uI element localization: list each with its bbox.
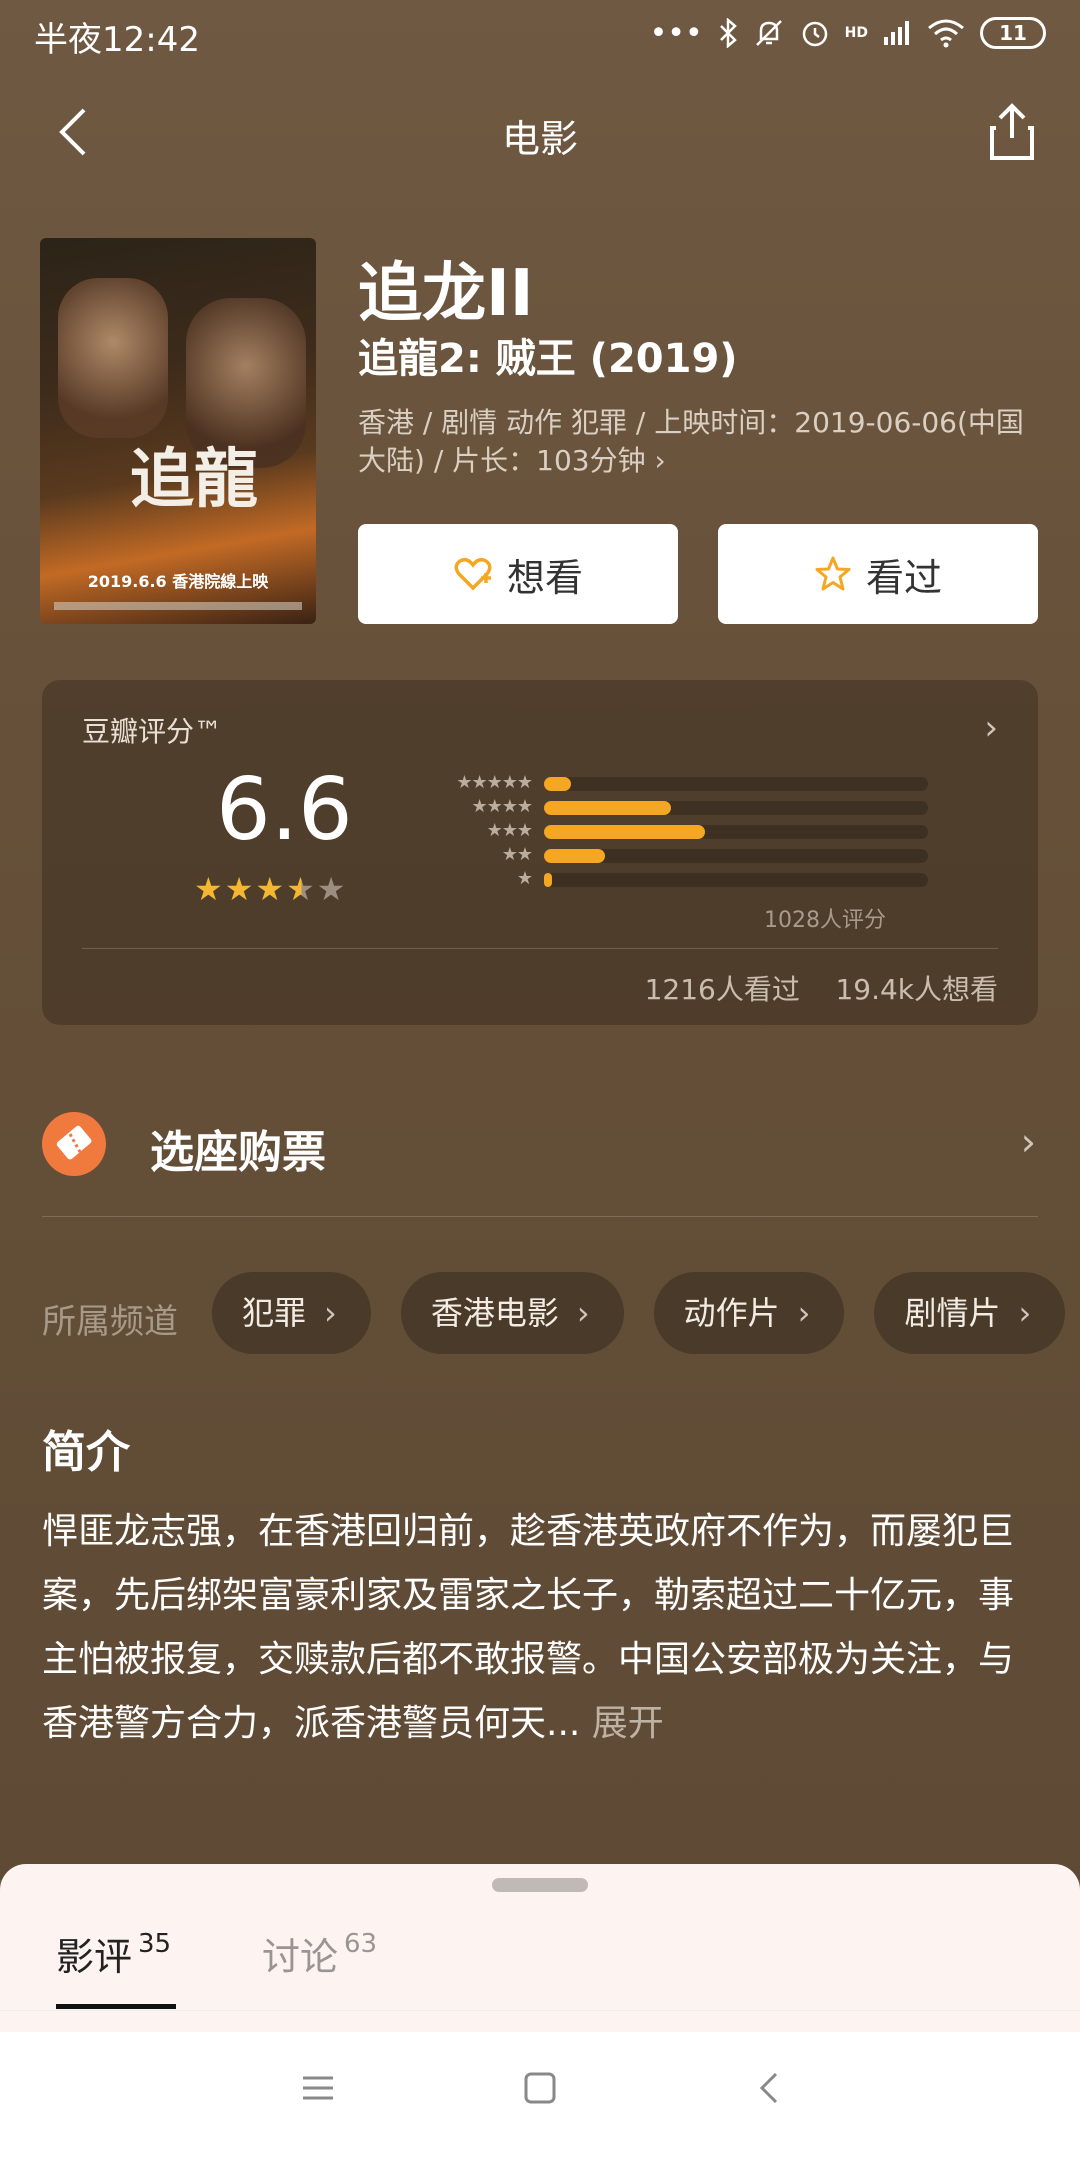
buy-ticket-row[interactable]: 选座购票 › [42, 1102, 1038, 1214]
star-half-icon: ★ [286, 870, 317, 908]
poster-date: 2019.6.6 香港院線上映 [87, 572, 269, 591]
channel-chip[interactable]: 动作片 › [653, 1272, 845, 1354]
status-time: 半夜12:42 [34, 20, 200, 60]
rating-bar-fill [544, 825, 706, 839]
star-full-icon: ★ [224, 870, 256, 908]
menu-icon[interactable] [300, 2070, 336, 2106]
movie-poster[interactable]: 追龍 2019.6.6 香港院線上映 [40, 238, 316, 624]
movie-meta[interactable]: 香港 / 剧情 动作 犯罪 / 上映时间：2019-06-06(中国大陆) / … [358, 404, 1038, 480]
channel-chip[interactable]: 香港电影 › [400, 1272, 624, 1354]
want-to-watch-button[interactable]: 想看 [358, 524, 678, 624]
intro-heading: 简介 [42, 1427, 130, 1478]
page-title: 电影 [501, 117, 578, 161]
rating-bar-track [544, 873, 928, 887]
active-tab-indicator [56, 2004, 176, 2009]
bluetooth-icon [719, 18, 737, 48]
divider [0, 2010, 1080, 2011]
star-full-icon: ★ [255, 870, 287, 908]
chevron-right-icon: › [1018, 1294, 1032, 1332]
rating-bar-stars: ★★★ [486, 820, 533, 841]
drag-handle[interactable] [492, 1878, 588, 1892]
star-outline-icon [815, 556, 851, 591]
rating-bar-fill [544, 777, 571, 791]
rating-count: 1028人评分 [764, 908, 886, 933]
chevron-right-icon: › [576, 1294, 590, 1332]
poster-face-left [58, 278, 168, 438]
status-bar: 半夜12:42 ••• HD 11 [0, 0, 1080, 66]
chevron-right-icon: › [324, 1294, 337, 1332]
rating-bar-track [544, 825, 928, 839]
viewers-stats: 1216人看过 19.4k人想看 [644, 973, 998, 1006]
rating-stars: ★★★★★ [194, 870, 347, 908]
intro-text: 悍匪龙志强，在香港回归前，趁香港英政府不作为，而屡犯巨案，先后绑架富豪利家及雷家… [42, 1511, 1015, 1744]
divider [42, 1216, 1038, 1217]
home-icon[interactable] [522, 2070, 558, 2106]
mute-bell-icon [755, 20, 782, 46]
star-full-icon: ★ [194, 870, 225, 908]
tab-discussions[interactable]: 讨论 63 [262, 1926, 377, 1981]
want-label: 想看 [506, 555, 583, 600]
movie-original-title: 追龍2: 贼王 (2019) [358, 336, 738, 382]
watched-label: 看过 [865, 555, 942, 600]
movie-title: 追龙II [358, 257, 534, 331]
rating-bar-track [544, 777, 928, 791]
rating-bar-fill [544, 849, 606, 863]
rating-bar-fill [544, 873, 552, 887]
poster-title: 追龍 [130, 442, 258, 517]
rating-bar-track [544, 801, 928, 815]
tab-count: 35 [138, 1929, 172, 1959]
ticket-icon [42, 1112, 106, 1176]
rating-card[interactable]: 豆瓣评分™ › 6.6 ★★★★★ ★★★★★ ★★★★ ★★★ ★★ ★ 1028人评… [42, 680, 1038, 1025]
signal-icon: HD [844, 25, 868, 41]
rating-score: 6.6 [216, 760, 353, 860]
rating-bar-track [544, 849, 928, 863]
rating-bar-stars: ★★ [501, 844, 533, 865]
chevron-right-icon: › [984, 708, 998, 748]
channel-chips: 犯罪 › 香港电影 › 动作片 › 剧情片 › [212, 1272, 1066, 1354]
signal-bars-icon [884, 21, 909, 45]
tab-reviews[interactable]: 影评 35 [56, 1926, 171, 1981]
battery-indicator: 11 [980, 17, 1046, 49]
top-nav: 电影 [0, 80, 1080, 190]
system-nav-bar [0, 2032, 1080, 2160]
channel-chip[interactable]: 剧情片 › [874, 1272, 1066, 1354]
poster-credits-bar [54, 602, 302, 610]
chevron-right-icon: › [1020, 1120, 1036, 1164]
more-dots-icon: ••• [649, 15, 703, 51]
watched-button[interactable]: 看过 [718, 524, 1038, 624]
rating-bar-stars: ★ [516, 868, 533, 889]
share-icon[interactable] [982, 100, 1042, 164]
buy-ticket-label: 选座购票 [150, 1127, 326, 1178]
channel-chip[interactable]: 犯罪 › [212, 1272, 371, 1354]
rating-bar-fill [544, 801, 671, 815]
tab-count: 63 [344, 1929, 378, 1959]
rating-bar-stars: ★★★★★ [456, 772, 533, 793]
expand-link[interactable]: 展开 [592, 1703, 664, 1744]
channels-label: 所属频道 [42, 1302, 178, 1342]
chevron-right-icon: › [797, 1294, 811, 1332]
wifi-icon [928, 19, 964, 48]
status-icons: ••• HD 11 [650, 12, 1046, 54]
star-empty-icon: ★ [316, 870, 348, 908]
rating-label: 豆瓣评分™ [82, 715, 223, 748]
rating-bar-stars: ★★★★ [471, 796, 533, 817]
divider [82, 948, 998, 949]
heart-plus-icon [454, 557, 492, 591]
alarm-icon [802, 21, 827, 47]
back-icon[interactable] [752, 2070, 788, 2106]
